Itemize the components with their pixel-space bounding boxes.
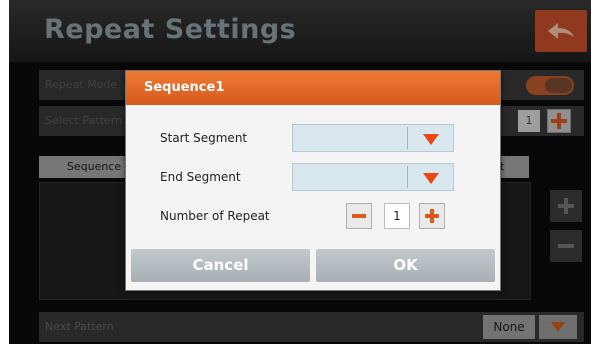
sequence-dialog: Sequence1 Start Segment End Segment Numb… bbox=[125, 70, 501, 291]
dialog-header: Sequence1 bbox=[126, 71, 500, 105]
plus-icon bbox=[425, 209, 439, 223]
repeat-decrement-button[interactable] bbox=[346, 203, 372, 229]
app-screen: Repeat Settings Repeat Mode Select Patte… bbox=[0, 0, 603, 344]
triangle-down-icon bbox=[423, 173, 439, 184]
end-segment-dropdown[interactable] bbox=[292, 163, 454, 191]
end-segment-label: End Segment bbox=[160, 170, 241, 184]
ok-button[interactable]: OK bbox=[316, 249, 495, 282]
cancel-button[interactable]: Cancel bbox=[131, 249, 310, 282]
minus-icon bbox=[352, 214, 366, 218]
dropdown-divider bbox=[407, 127, 408, 149]
repeat-increment-button[interactable] bbox=[419, 203, 445, 229]
repeat-count-value[interactable]: 1 bbox=[384, 203, 410, 229]
triangle-down-icon bbox=[423, 134, 439, 145]
start-segment-label: Start Segment bbox=[160, 131, 248, 145]
dropdown-divider bbox=[407, 166, 408, 188]
dialog-title: Sequence1 bbox=[144, 80, 225, 95]
start-segment-dropdown[interactable] bbox=[292, 124, 454, 152]
number-of-repeat-label: Number of Repeat bbox=[160, 209, 270, 223]
